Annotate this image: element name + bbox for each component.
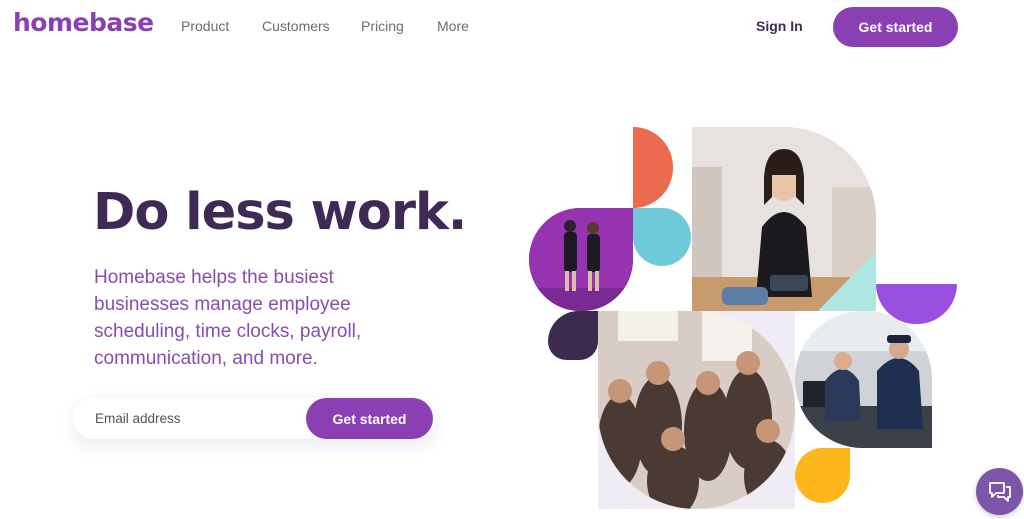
hero-headline: Do less work. [93, 183, 467, 242]
chat-bubbles-icon [988, 481, 1011, 502]
teal-shape [633, 208, 691, 266]
technicians-illustration [795, 311, 932, 448]
hero-collage [0, 0, 1024, 519]
photo-two-employees [529, 208, 633, 311]
lavender-panel-top [692, 127, 876, 311]
lavender-panel-bottom [598, 311, 795, 509]
hero-get-started-button[interactable]: Get started [306, 398, 433, 439]
email-signup-form: Get started [73, 398, 435, 439]
coral-shape [633, 127, 673, 208]
sign-in-link[interactable]: Sign In [756, 18, 803, 34]
shop-owner-illustration [692, 127, 876, 311]
mint-shape [818, 251, 876, 311]
plum-shape [548, 311, 598, 360]
nav-product[interactable]: Product [181, 18, 229, 34]
team-illustration [598, 311, 795, 509]
yellow-shape [795, 448, 850, 503]
nav-pricing[interactable]: Pricing [361, 18, 404, 34]
chat-widget-button[interactable] [976, 468, 1023, 515]
two-employees-illustration [529, 208, 633, 311]
hero-subtext: Homebase helps the busiest businesses ma… [94, 267, 362, 369]
site-header: homebase Product Customers Pricing More … [0, 0, 1024, 54]
nav-customers[interactable]: Customers [262, 18, 330, 34]
photo-team [598, 311, 795, 509]
header-get-started-button[interactable]: Get started [833, 7, 958, 47]
photo-shop-owner [692, 127, 876, 311]
violet-shape [876, 284, 957, 324]
nav-more[interactable]: More [437, 18, 469, 34]
homebase-logo[interactable]: homebase [13, 8, 154, 37]
email-input[interactable] [73, 398, 313, 439]
photo-technicians [795, 311, 932, 448]
